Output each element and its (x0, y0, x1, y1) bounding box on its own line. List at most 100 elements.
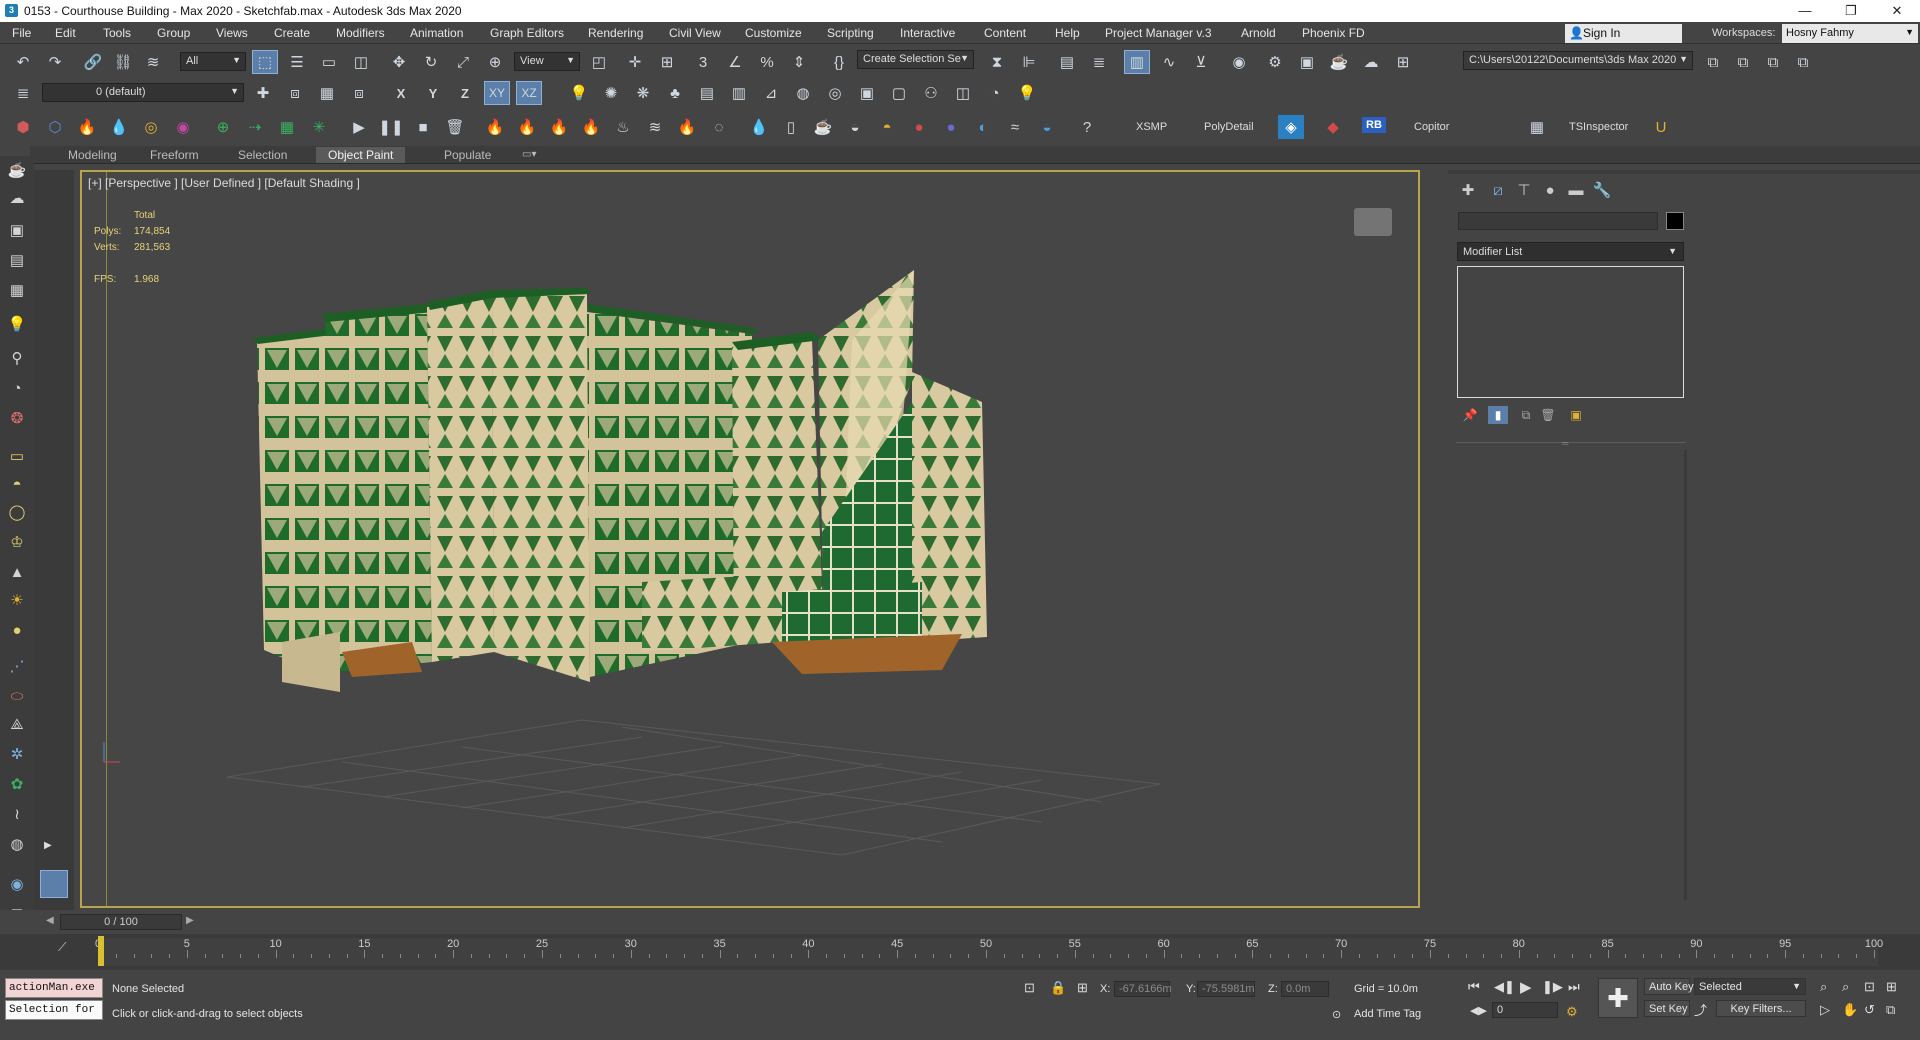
light-icon[interactable]: 💡 (566, 81, 592, 105)
drop-icon[interactable]: 💧 (106, 115, 132, 139)
group-icon[interactable]: ⚇ (918, 81, 944, 105)
globe-icon[interactable]: ⊕ (210, 115, 236, 139)
menu-animation[interactable]: Animation (410, 26, 463, 40)
rendered-frame-window-icon[interactable]: ▣ (1294, 50, 1320, 74)
create-new-layer-icon[interactable]: ✚ (250, 81, 276, 105)
angle-snap-icon[interactable]: ∠ (722, 50, 748, 74)
rotate-icon[interactable]: ↻ (418, 50, 444, 74)
frame-icon-2[interactable]: ▢ (886, 81, 912, 105)
mirror-icon[interactable]: ⧗ (984, 50, 1010, 74)
target-icon[interactable]: ◎ (138, 115, 164, 139)
align-icon[interactable]: ⊫ (1016, 50, 1042, 74)
light-bulb-icon[interactable]: 💡 (4, 312, 30, 336)
camera-icon[interactable]: ◎ (822, 81, 848, 105)
rollout-grip-icon[interactable]: ═ (1562, 438, 1568, 448)
render-production-icon[interactable]: ☕ (1326, 50, 1352, 74)
slate-icon[interactable]: ▣ (4, 218, 30, 242)
walk-icon[interactable]: ⚲ (4, 346, 30, 370)
modify-tab-icon[interactable]: ⧄ (1486, 180, 1510, 200)
menu-group[interactable]: Group (157, 26, 190, 40)
blue-ball-icon[interactable]: ● (938, 115, 964, 139)
mini-curve-editor-icon[interactable]: ⟋ (58, 940, 66, 955)
u-plugin-icon[interactable]: U (1648, 115, 1674, 139)
time-slider[interactable]: 0 / 100 (60, 914, 182, 930)
phoenix-fire-icon-3[interactable]: 🔥 (546, 115, 572, 139)
menu-modifiers[interactable]: Modifiers (336, 26, 385, 40)
shape-icon[interactable]: ☁ (4, 186, 30, 210)
menu-tools[interactable]: Tools (103, 26, 131, 40)
sphere-tool-icon[interactable]: ◉ (4, 872, 30, 896)
tab-object-paint[interactable]: Object Paint (316, 147, 406, 163)
rb-button[interactable]: RB (1362, 117, 1386, 133)
bulb-icon[interactable]: 💡 (1014, 81, 1040, 105)
sunlight-icon[interactable]: ☀ (4, 588, 30, 612)
schematic-view-icon[interactable]: ⊻ (1188, 50, 1214, 74)
burst-icon[interactable]: ✳ (306, 115, 332, 139)
absolute-mode-icon[interactable]: ⊞ (1077, 980, 1088, 996)
project-icon-3[interactable]: ⧉ (1760, 50, 1786, 74)
expand-icon[interactable]: ▶ (44, 840, 52, 851)
remove-modifier-icon[interactable]: 🗑 (1538, 406, 1558, 424)
object-color-swatch[interactable] (1666, 212, 1684, 230)
y-coordinate-field[interactable]: -75.5981m (1197, 981, 1255, 997)
pause-icon[interactable]: ❚❚ (378, 115, 404, 139)
inspector-icon[interactable]: ▦ (1524, 115, 1550, 139)
ocean-icon[interactable]: ≈ (1002, 115, 1028, 139)
pivot-center-icon[interactable]: ◰ (586, 50, 612, 74)
axis-x-button[interactable]: X (388, 81, 414, 105)
project-folder-dropdown[interactable]: C:\Users\20122\Documents\3ds Max 2020 ▼ (1463, 51, 1693, 70)
capsule-icon[interactable]: ⬭ (4, 684, 30, 708)
sign-in-button[interactable]: 👤 Sign In (1565, 24, 1682, 43)
ribbon-options-icon[interactable]: ▭▾ (510, 147, 548, 163)
rectangular-selection-icon[interactable]: ▭ (316, 50, 342, 74)
layers-stack-icon[interactable]: ⧈ (282, 81, 308, 105)
x-coordinate-field[interactable]: -67.6166m (1114, 981, 1172, 997)
menu-views[interactable]: Views (216, 26, 248, 40)
help-icon[interactable]: ? (1074, 115, 1100, 139)
tab-freeform[interactable]: Freeform (138, 147, 211, 163)
phoenix-fire-icon[interactable]: 🔥 (482, 115, 508, 139)
named-selection-dropdown[interactable]: Create Selection Se ▼ (857, 50, 974, 69)
red-ball-icon[interactable]: ● (906, 115, 932, 139)
z-coordinate-field[interactable]: 0.0m (1281, 981, 1329, 997)
flame-icon[interactable]: 🔥 (674, 115, 700, 139)
sea-icon[interactable]: ◒ (1034, 115, 1060, 139)
tree-icon[interactable]: ♣ (662, 81, 688, 105)
cog-icon[interactable]: ✲ (4, 742, 30, 766)
hair-icon[interactable]: ≀ (4, 802, 30, 826)
select-manipulate-icon[interactable]: ✛ (622, 50, 648, 74)
goto-end-icon[interactable]: ⏭ (1568, 979, 1580, 995)
document-icon[interactable]: ▤ (4, 248, 30, 272)
close-button[interactable]: ✕ (1874, 0, 1920, 22)
auto-key-button[interactable]: Auto Key (1644, 978, 1694, 995)
bowl-icon[interactable]: ◒ (842, 115, 868, 139)
create-tab-icon[interactable]: ✚ (1456, 180, 1480, 200)
fire-icon[interactable]: 🔥 (74, 115, 100, 139)
plane-icon[interactable]: ▭ (4, 444, 30, 468)
tab-selection[interactable]: Selection (226, 147, 299, 163)
select-object-icon[interactable]: ⬚ (252, 50, 278, 74)
axis-xz-button[interactable]: XZ (516, 81, 542, 105)
project-icon-2[interactable]: ⧉ (1730, 50, 1756, 74)
object-name-field[interactable] (1458, 212, 1658, 230)
liquid-icon[interactable]: 💧 (746, 115, 772, 139)
smoke-icon[interactable]: ♨ (610, 115, 636, 139)
particle-icon[interactable]: ❋ (630, 81, 656, 105)
link-icon[interactable]: 🔗 (80, 50, 106, 74)
film-icon[interactable]: ❂ (4, 406, 30, 430)
play-icon[interactable]: ▶ (346, 115, 372, 139)
dial-icon[interactable]: ◔ (4, 376, 30, 400)
polydetail-button[interactable]: PolyDetail (1204, 121, 1254, 133)
axis-z-button[interactable]: Z (452, 81, 478, 105)
arrow-icon[interactable]: ⇢ (242, 115, 268, 139)
layer-explorer-icon[interactable]: ≣ (10, 81, 36, 105)
menu-scripting[interactable]: Scripting (827, 26, 874, 40)
rollout-scrollbar[interactable] (1684, 450, 1687, 900)
track-bar-ruler[interactable]: 0510152025303540455055606570758085909510… (95, 938, 1883, 966)
project-icon-4[interactable]: ⧉ (1790, 50, 1816, 74)
make-unique-icon[interactable]: ⧉ (1516, 406, 1536, 424)
render-setup-icon[interactable]: ⚙ (1262, 50, 1288, 74)
previous-key-icon[interactable]: ◀❚ (1494, 979, 1515, 995)
prev-frame-icon[interactable]: ◀ (46, 915, 54, 926)
menu-customize[interactable]: Customize (745, 26, 802, 40)
